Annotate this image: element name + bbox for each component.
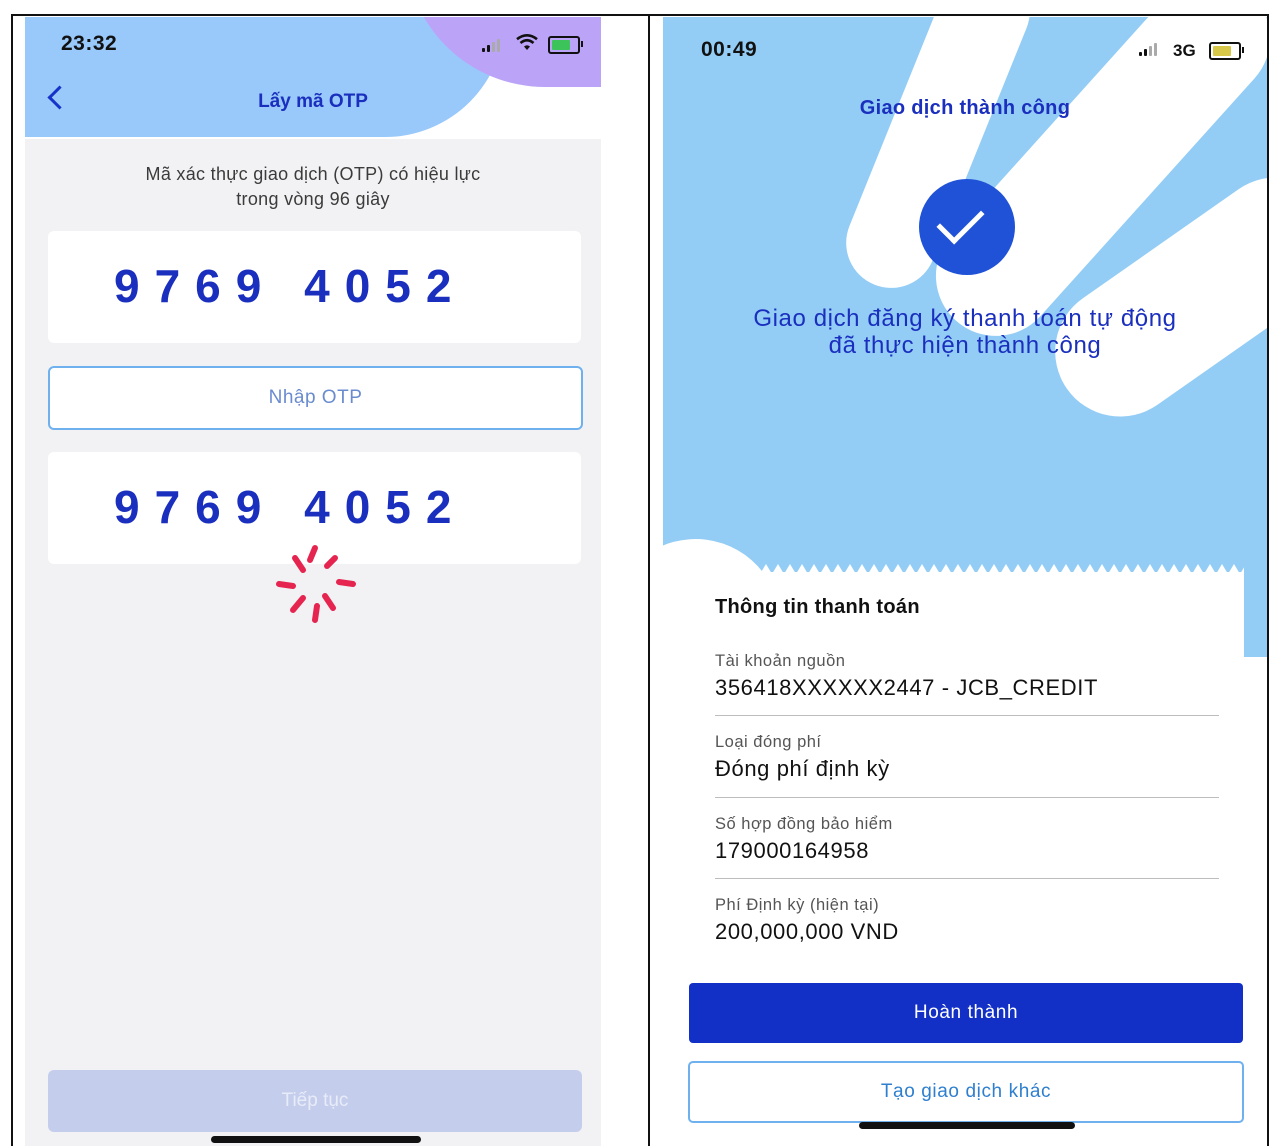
complete-button[interactable]: Hoàn thành — [689, 983, 1243, 1043]
field-label: Tài khoản nguồn — [715, 652, 846, 670]
document-border-middle — [648, 14, 650, 1146]
spinner-icon — [276, 545, 356, 623]
document-border-left — [11, 14, 13, 1146]
otp-code-card: 9769 4052 — [48, 231, 581, 343]
payment-info-card: Thông tin thanh toán Tài khoản nguồn 356… — [688, 572, 1244, 960]
field-label: Số hợp đồng bảo hiểm — [715, 815, 893, 833]
field-value: 356418XXXXXX2447 - JCB_CREDIT — [715, 675, 1099, 700]
document-border-top — [12, 14, 1268, 16]
status-time: 00:49 — [701, 38, 758, 61]
document-border-right — [1267, 14, 1269, 1146]
otp-validity-text: Mã xác thực giao dịch (OTP) có hiệu lực … — [85, 162, 541, 212]
field-value: Đóng phí định kỳ — [715, 756, 890, 781]
new-transaction-button[interactable]: Tạo giao dịch khác — [688, 1061, 1244, 1123]
success-checkmark-icon — [919, 179, 1015, 275]
signal-icon — [1139, 43, 1157, 56]
divider — [715, 715, 1219, 716]
field-periodic-fee: Phí Định kỳ (hiện tại) 200,000,000 VND — [715, 896, 1219, 945]
battery-charging-icon — [1209, 42, 1244, 60]
battery-charging-icon — [548, 36, 583, 54]
otp-validity-line-2: trong vòng 96 giây — [236, 189, 390, 209]
otp-input[interactable]: Nhập OTP — [48, 366, 583, 430]
payment-info-title: Thông tin thanh toán — [715, 596, 920, 618]
success-message: Giao dịch đăng ký thanh toán tự động đã … — [693, 305, 1237, 359]
field-label: Phí Định kỳ (hiện tại) — [715, 896, 880, 914]
checkmark-icon — [936, 196, 985, 245]
otp-code: 9769 4052 — [114, 260, 467, 312]
home-indicator — [859, 1122, 1075, 1129]
field-source-account: Tài khoản nguồn 356418XXXXXX2447 - JCB_C… — [715, 652, 1219, 701]
field-contract-number: Số hợp đồng bảo hiểm 179000164958 — [715, 815, 1219, 864]
field-fee-type: Loại đóng phí Đóng phí định kỳ — [715, 733, 1219, 782]
success-message-line-1: Giao dịch đăng ký thanh toán tự động — [753, 305, 1177, 332]
network-type: 3G — [1173, 41, 1196, 60]
divider — [715, 797, 1219, 798]
page-title: Giao dịch thành công — [859, 97, 1071, 119]
otp-validity-line-1: Mã xác thực giao dịch (OTP) có hiệu lực — [145, 164, 481, 184]
otp-code-filled: 9769 4052 — [114, 481, 467, 533]
status-time: 23:32 — [61, 32, 118, 55]
wifi-icon — [516, 34, 538, 50]
success-message-line-2: đã thực hiện thành công — [828, 332, 1102, 359]
field-value: 200,000,000 VND — [715, 919, 899, 944]
success-screen: 00:49 3G Giao dịch thành công Giao dịch … — [663, 17, 1267, 1146]
home-indicator — [211, 1136, 421, 1143]
page-title: Lấy mã OTP — [258, 91, 368, 112]
field-label: Loại đóng phí — [715, 733, 822, 751]
signal-icon — [482, 39, 500, 52]
continue-button[interactable]: Tiếp tục — [48, 1070, 582, 1132]
otp-screen: 23:32 Lấy mã OTP Mã xác thực giao dịch (… — [25, 17, 601, 1146]
divider — [715, 878, 1219, 879]
field-value: 179000164958 — [715, 838, 870, 863]
